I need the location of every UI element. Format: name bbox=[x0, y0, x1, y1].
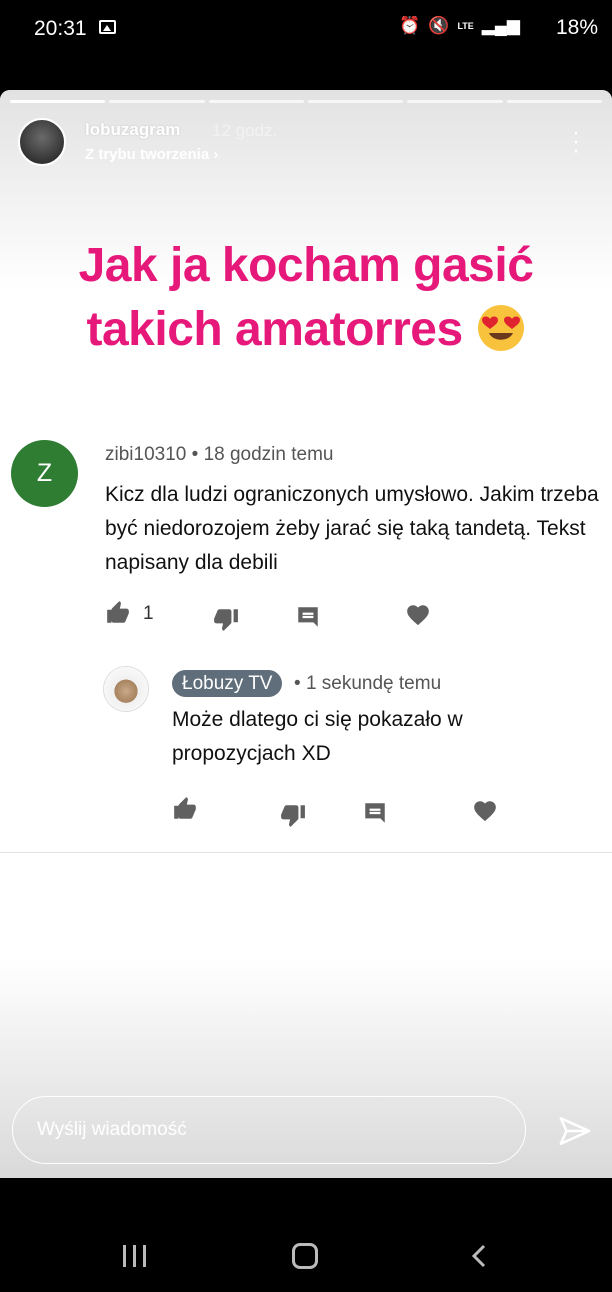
subtitle-label: Z trybu tworzenia bbox=[85, 146, 210, 163]
home-icon[interactable] bbox=[292, 1243, 318, 1269]
comment-meta: zibi10310 • 18 godzin temu bbox=[105, 444, 334, 465]
system-navigation-bar bbox=[0, 1178, 612, 1292]
heart-eyes-emoji-icon bbox=[477, 305, 524, 351]
comment-actions: 1 bbox=[105, 600, 435, 632]
progress-segment bbox=[506, 100, 602, 103]
headline-line-2: takich amatorres bbox=[0, 298, 612, 362]
comment-avatar[interactable]: Z bbox=[11, 440, 78, 507]
story-subtitle[interactable]: Z trybu tworzenia › bbox=[85, 146, 218, 163]
reply-author-badge[interactable]: Łobuzy TV bbox=[172, 670, 283, 697]
story-author-avatar[interactable] bbox=[18, 118, 66, 166]
reply-comment-icon[interactable] bbox=[362, 800, 388, 826]
reply-text: Może dlatego ci się pokazało w propozycj… bbox=[172, 708, 463, 765]
status-icons: ⏰ 🔇 LTE ▂▄▆ bbox=[399, 16, 520, 36]
reply-meta: • 1 sekundę temu bbox=[294, 673, 442, 694]
reply-avatar[interactable] bbox=[104, 667, 148, 711]
message-input[interactable]: Wyślij wiadomość bbox=[12, 1096, 526, 1164]
thumb-down-icon[interactable] bbox=[213, 606, 239, 632]
progress-segment bbox=[307, 100, 404, 103]
message-placeholder: Wyślij wiadomość bbox=[37, 1119, 187, 1140]
headline-line-1: Jak ja kocham gasić bbox=[78, 239, 534, 292]
chevron-right-icon: › bbox=[213, 146, 219, 163]
gallery-icon bbox=[99, 20, 116, 34]
battery-percentage: 18% bbox=[555, 16, 598, 39]
back-icon[interactable] bbox=[470, 1244, 488, 1268]
thumb-up-icon[interactable] bbox=[105, 600, 131, 626]
comment-author[interactable]: zibi10310 bbox=[105, 444, 186, 465]
status-bar: 20:31 ⏰ 🔇 LTE ▂▄▆ 18% bbox=[0, 0, 612, 60]
send-icon[interactable] bbox=[558, 1114, 592, 1148]
recent-apps-icon[interactable] bbox=[123, 1245, 147, 1267]
more-options-icon[interactable]: · · · bbox=[568, 121, 584, 163]
signal-bars-icon: ▂▄▆ bbox=[481, 16, 520, 35]
thumb-down-icon[interactable] bbox=[280, 802, 306, 828]
heart-icon[interactable] bbox=[472, 798, 498, 824]
progress-segment bbox=[407, 100, 503, 103]
headline-line-2-text: takich amatorres bbox=[86, 303, 463, 356]
like-count: 1 bbox=[143, 603, 154, 624]
progress-segment bbox=[208, 100, 304, 103]
comment-time: 18 godzin temu bbox=[203, 444, 334, 465]
reply-time: 1 sekundę temu bbox=[305, 673, 442, 694]
story-progress-bar bbox=[10, 100, 602, 103]
thumb-up-icon[interactable] bbox=[172, 796, 198, 822]
story-headline: Jak ja kocham gasić takich amatorres bbox=[0, 234, 612, 362]
comment-text: Kicz dla ludzi ograniczonych umysłowo. J… bbox=[105, 483, 599, 574]
status-time: 20:31 bbox=[34, 17, 87, 40]
alarm-icon: ⏰ bbox=[399, 16, 421, 35]
story-username[interactable]: lobuzagram bbox=[85, 120, 180, 140]
lte-signal-icon: LTE bbox=[457, 20, 474, 31]
story-view[interactable]: lobuzagram 12 godz. Z trybu tworzenia › … bbox=[0, 90, 612, 1178]
mute-icon: 🔇 bbox=[428, 16, 450, 35]
reply-actions bbox=[172, 796, 502, 828]
reply-comment-icon[interactable] bbox=[295, 604, 321, 630]
progress-segment bbox=[109, 100, 205, 103]
progress-segment bbox=[10, 100, 106, 103]
story-time-ago: 12 godz. bbox=[212, 121, 278, 140]
heart-icon[interactable] bbox=[405, 602, 431, 628]
divider bbox=[0, 852, 612, 853]
